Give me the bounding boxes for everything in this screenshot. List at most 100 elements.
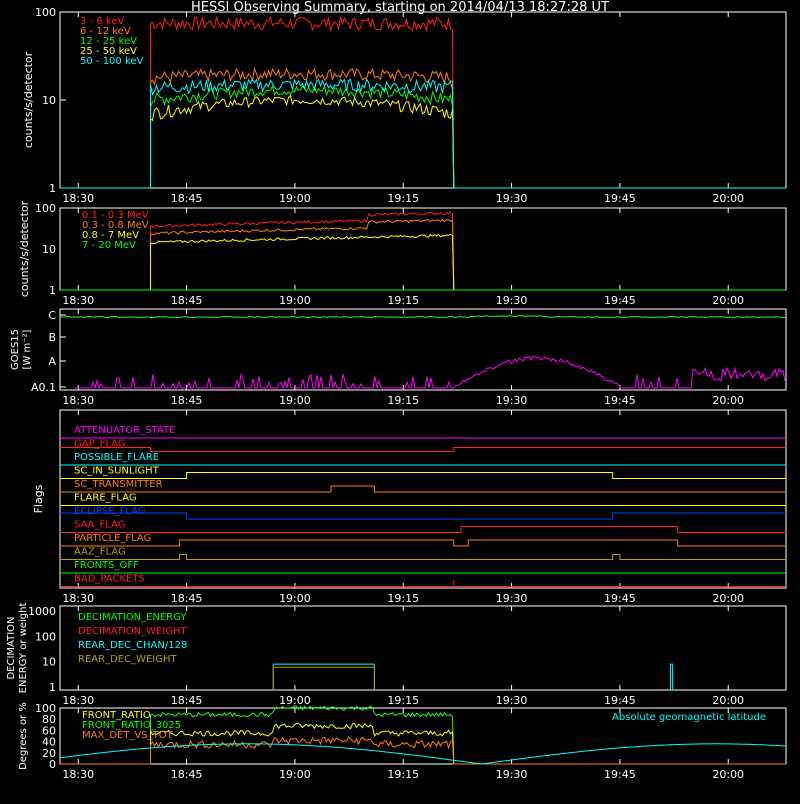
time-label-2-2: 19:00	[279, 394, 311, 407]
p4-legend-1: DECIMATION_WEIGHT	[78, 626, 187, 637]
p5-ytick-3: 60	[42, 724, 56, 737]
p5-geomag-latitude	[59, 743, 787, 765]
p2-ytick-2: B	[48, 331, 56, 344]
time-label-4-6: 20:00	[712, 694, 744, 707]
p3-flag-line-6	[60, 512, 786, 520]
time-label-3-5: 19:45	[604, 592, 636, 605]
charts-svg: 18:30 18:45 19:00 19:15 19:30 19:45 20:0011010…	[6, 6, 787, 781]
p0-series-3	[60, 94, 786, 189]
p3-flag-label-0: ATTENUATOR_STATE	[74, 425, 175, 436]
p3-flag-label-4: SC_TRANSMITTER	[74, 479, 163, 490]
time-label-0-0: 18:30	[62, 192, 94, 205]
time-label-1-0: 18:30	[62, 294, 94, 307]
time-label-0-5: 19:45	[604, 192, 636, 205]
time-label-4-3: 19:15	[387, 694, 419, 707]
time-label-5-4: 19:30	[496, 768, 528, 781]
time-label-5-0: 18:30	[62, 768, 94, 781]
p3-ylabel: Flags	[32, 484, 45, 513]
p2-ytick-1: A	[48, 355, 56, 368]
p4-legend-0: DECIMATION_ENERGY	[78, 612, 187, 623]
time-label-3-0: 18:30	[62, 592, 94, 605]
time-label-3-1: 18:45	[171, 592, 203, 605]
p5-ytick-4: 80	[42, 713, 56, 726]
p3-flag-line-9	[60, 554, 786, 560]
p1-ytick-0: 1	[49, 284, 56, 297]
p0-legend-4: 50 - 100 keV	[80, 56, 144, 67]
p1-series-0	[60, 211, 786, 291]
page-title: HESSI Observing Summary, starting on 201…	[191, 0, 609, 15]
p2-ylabel-unit: [W m⁻²]	[22, 329, 33, 369]
time-label-0-2: 19:00	[279, 192, 311, 205]
p2-series-short	[75, 355, 786, 390]
hessi-summary: HESSI Observing Summary, starting on 201…	[0, 0, 800, 800]
p3-flag-label-8: PARTICLE_FLAG	[74, 533, 151, 544]
p0-ylabel: counts/s/detector	[22, 51, 35, 148]
p2-ytick-0: A0.1	[31, 381, 56, 394]
p3-flag-line-7	[60, 526, 786, 533]
time-label-5-5: 19:45	[604, 768, 636, 781]
time-label-5-3: 19:15	[387, 768, 419, 781]
p3-flag-label-7: SAA_FLAG	[74, 520, 125, 531]
p5-annotation: Absolute geomagnetic latitude	[612, 712, 766, 723]
time-label-0-4: 19:30	[496, 192, 528, 205]
p5-ytick-5: 100	[35, 702, 56, 715]
p4-ytick-1: 10	[42, 656, 56, 669]
time-label-1-1: 18:45	[171, 294, 203, 307]
time-label-1-6: 20:00	[712, 294, 744, 307]
p5-legend-2: MAX_DET_VS_TOT	[82, 730, 174, 741]
p5-ylabel: Degrees or %	[18, 702, 29, 770]
p2-ytick-3: C	[48, 309, 56, 322]
p3-flag-line-4	[60, 485, 786, 493]
p3-flag-label-3: SC_IN_SUNLIGHT	[74, 466, 160, 477]
p5-ytick-0: 0	[49, 758, 56, 771]
p4-ytick-3: 1000	[28, 605, 56, 618]
time-label-1-2: 19:00	[279, 294, 311, 307]
p1-ylabel: counts/s/detector	[18, 200, 31, 297]
time-label-4-5: 19:45	[604, 694, 636, 707]
p3-flag-label-6: ECLIPSE_FLAG	[74, 506, 145, 517]
time-label-3-2: 19:00	[279, 592, 311, 605]
p2-ylabel: GOES15	[10, 329, 21, 370]
time-label-5-1: 18:45	[171, 768, 203, 781]
p3-flag-line-1	[60, 447, 786, 452]
time-label-0-1: 18:45	[171, 192, 203, 205]
p3-flag-label-10: FRONTS_OFF	[74, 560, 139, 571]
time-label-2-0: 18:30	[62, 394, 94, 407]
time-label-5-6: 20:00	[712, 768, 744, 781]
p1-series-1	[60, 218, 786, 291]
p0-series-4	[60, 78, 786, 189]
p4-ylabel-1: DECIMATION	[6, 616, 17, 679]
p3-flag-label-11: BAD_PACKETS	[74, 574, 145, 585]
p4-rear-spike	[669, 663, 674, 690]
time-label-0-6: 20:00	[712, 192, 744, 205]
time-label-1-3: 19:15	[387, 294, 419, 307]
p1-ytick-1: 10	[42, 243, 56, 256]
p1-series-2	[60, 233, 786, 291]
time-label-3-3: 19:15	[387, 592, 419, 605]
p0-ytick-1: 10	[42, 94, 56, 107]
time-label-4-4: 19:30	[496, 694, 528, 707]
time-label-2-5: 19:45	[604, 394, 636, 407]
p1-ytick-2: 100	[35, 202, 56, 215]
time-label-4-1: 18:45	[171, 694, 203, 707]
time-label-5-2: 19:00	[279, 768, 311, 781]
p5-ytick-2: 40	[42, 736, 56, 749]
p1-legend-3: 7 - 20 MeV	[82, 240, 136, 251]
p4-ylabel-2: ENERGY or weight	[18, 603, 29, 694]
p4-legend-2: REAR_DEC_CHAN/128	[78, 640, 187, 651]
panel-frame-3	[59, 409, 787, 589]
p2-series-long	[59, 315, 786, 319]
p0-series-2	[60, 84, 786, 189]
p5-ytick-1: 20	[42, 747, 56, 760]
time-label-2-1: 18:45	[171, 394, 203, 407]
time-label-2-3: 19:15	[387, 394, 419, 407]
time-label-2-4: 19:30	[496, 394, 528, 407]
p3-flag-label-5: FLARE_FLAG	[74, 493, 137, 504]
panel-frame-2	[59, 308, 787, 391]
time-label-2-6: 20:00	[712, 394, 744, 407]
p4-ytick-2: 100	[35, 630, 56, 643]
time-label-0-3: 19:15	[387, 192, 419, 205]
time-label-3-6: 20:00	[712, 592, 744, 605]
p0-ytick-0: 1	[49, 182, 56, 195]
p4-ytick-0: 1	[49, 681, 56, 694]
